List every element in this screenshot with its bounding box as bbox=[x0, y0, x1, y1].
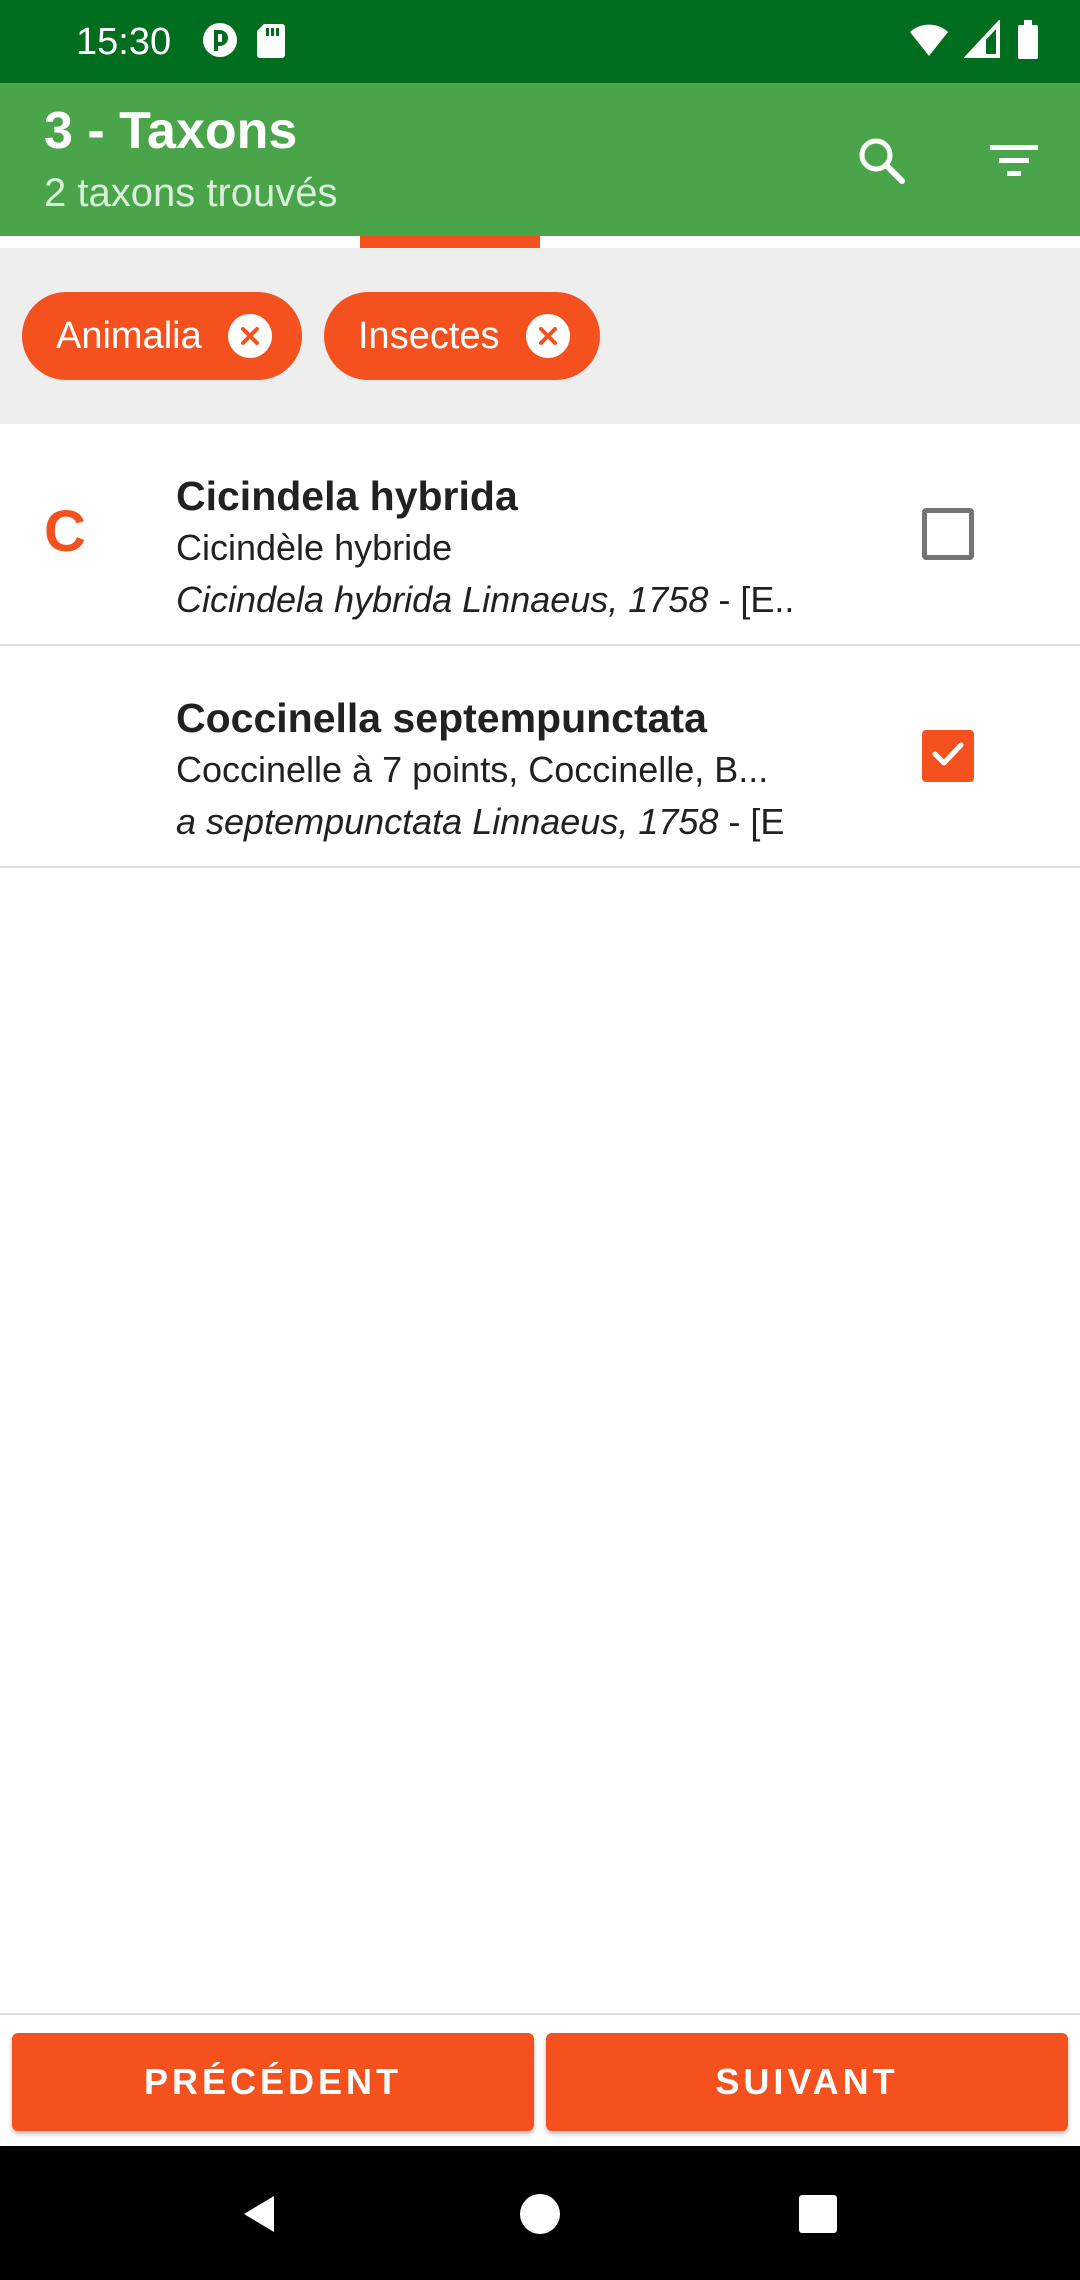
next-button[interactable]: SUIVANT bbox=[546, 2033, 1068, 2131]
bottom-divider bbox=[0, 2013, 1080, 2015]
taxon-authority-suffix: - [E.. bbox=[708, 579, 795, 620]
taxon-checkbox[interactable] bbox=[922, 730, 974, 782]
page-title: 3 - Taxons bbox=[44, 102, 298, 160]
status-right-icons bbox=[908, 18, 1040, 65]
taxon-text: Cicindela hybrida Cicindèle hybride Cici… bbox=[176, 470, 810, 626]
taxon-vernacular-name: Cicindèle hybride bbox=[176, 527, 453, 568]
home-icon bbox=[516, 2190, 564, 2243]
wifi-icon bbox=[908, 20, 950, 65]
taxon-authority-suffix: - [E bbox=[718, 801, 785, 842]
chip-label: Animalia bbox=[56, 314, 202, 357]
taxon-row-coccinella-septempunctata[interactable]: Coccinella septempunctata Coccinelle à 7… bbox=[0, 646, 1080, 868]
search-button[interactable] bbox=[842, 123, 922, 203]
taxon-checkbox[interactable] bbox=[922, 508, 974, 560]
taxon-name: Coccinella septempunctata bbox=[176, 695, 707, 741]
app-bar: 3 - Taxons 2 taxons trouvés bbox=[0, 83, 1080, 236]
back-icon bbox=[236, 2190, 284, 2243]
section-letter: C bbox=[44, 499, 86, 564]
taxon-text: Coccinella septempunctata Coccinelle à 7… bbox=[176, 692, 810, 848]
taxon-name: Cicindela hybrida bbox=[176, 473, 518, 519]
battery-icon bbox=[1016, 20, 1040, 65]
chip-label: Insectes bbox=[358, 314, 500, 357]
taxon-authority-name: Cicindela hybrida Linnaeus, 1758 bbox=[176, 579, 709, 620]
status-left-icons bbox=[200, 20, 288, 65]
status-time: 15:30 bbox=[76, 21, 172, 63]
taxon-authority: Cicindela hybrida Linnaeus, 1758 - [E.. bbox=[176, 574, 810, 626]
nav-recents-button[interactable] bbox=[778, 2176, 858, 2256]
taxon-row-cicindela-hybrida[interactable]: C Cicindela hybrida Cicindèle hybride Ci… bbox=[0, 424, 1080, 646]
signal-icon bbox=[963, 18, 1002, 65]
search-icon bbox=[854, 133, 910, 194]
app-notification-icon bbox=[200, 20, 240, 65]
status-bar: 15:30 bbox=[0, 0, 1080, 83]
system-navigation-bar bbox=[0, 2146, 1080, 2280]
check-icon bbox=[928, 734, 968, 779]
taxon-authority: a septempunctata Linnaeus, 1758 - [E bbox=[176, 796, 810, 848]
filter-chip-insectes[interactable]: Insectes bbox=[324, 292, 600, 380]
nav-back-button[interactable] bbox=[220, 2176, 300, 2256]
filter-chip-animalia[interactable]: Animalia bbox=[22, 292, 302, 380]
recents-icon bbox=[794, 2190, 842, 2243]
filter-icon bbox=[986, 133, 1042, 194]
taxon-authority-name: a septempunctata Linnaeus, 1758 bbox=[176, 801, 719, 842]
close-icon[interactable] bbox=[525, 314, 570, 358]
previous-button[interactable]: PRÉCÉDENT bbox=[12, 2033, 534, 2131]
taxon-list: C Cicindela hybrida Cicindèle hybride Ci… bbox=[0, 424, 1080, 868]
tab-indicator bbox=[360, 236, 540, 248]
filter-chips-area: Animalia Insectes bbox=[0, 248, 1080, 424]
close-icon[interactable] bbox=[227, 314, 272, 358]
nav-home-button[interactable] bbox=[500, 2176, 580, 2256]
taxon-vernacular-name: Coccinelle à 7 points, Coccinelle, B... bbox=[176, 749, 769, 790]
filter-button[interactable] bbox=[974, 123, 1054, 203]
sd-card-icon bbox=[254, 20, 288, 65]
page-subtitle: 2 taxons trouvés bbox=[44, 171, 338, 215]
